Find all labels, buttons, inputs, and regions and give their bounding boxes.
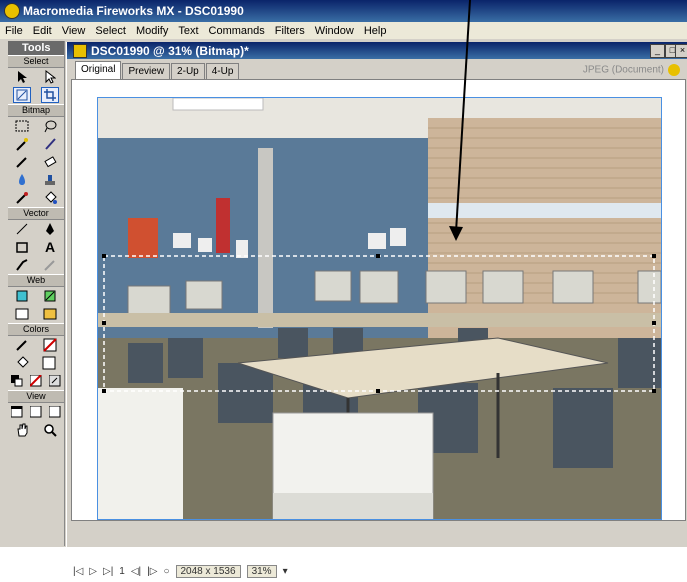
status-bar: |◁ ▷ ▷| 1 ◁| |▷ ○ 2048 x 1536 31% ▾ [67, 560, 687, 582]
tab-2up[interactable]: 2-Up [171, 63, 205, 79]
freeform-icon[interactable] [41, 257, 59, 273]
marquee-icon[interactable] [13, 118, 31, 134]
stroke-color-icon[interactable] [13, 337, 31, 353]
brush-icon[interactable] [41, 136, 59, 152]
minimize-button[interactable]: _ [650, 44, 665, 58]
default-colors-icon[interactable] [8, 373, 26, 389]
slice-icon[interactable] [41, 288, 59, 304]
fill-swatch-icon[interactable] [41, 355, 59, 371]
app-title-bar: Macromedia Fireworks MX - DSC01990 [0, 0, 687, 22]
format-label: JPEG (Document) [582, 64, 664, 76]
menu-commands[interactable]: Commands [204, 25, 270, 37]
menu-help[interactable]: Help [359, 25, 392, 37]
menu-edit[interactable]: Edit [28, 25, 57, 37]
pen-icon[interactable] [41, 221, 59, 237]
pencil-icon[interactable] [13, 154, 31, 170]
scale-icon[interactable] [13, 87, 31, 103]
subselect-icon[interactable] [41, 69, 59, 85]
eyedropper-icon[interactable] [13, 190, 31, 206]
frame-number: 1 [119, 565, 125, 577]
prev-frame-icon[interactable]: ◁| [131, 566, 141, 577]
app-title: Macromedia Fireworks MX - DSC01990 [23, 4, 244, 18]
play-icon[interactable]: ▷ [89, 566, 97, 577]
menu-window[interactable]: Window [310, 25, 359, 37]
blur-icon[interactable] [13, 172, 31, 188]
tools-panel: Tools Select Bitmap Vector A Web Colors … [8, 41, 65, 546]
no-color-icon[interactable] [27, 373, 45, 389]
section-bitmap: Bitmap [8, 104, 64, 117]
rubber-stamp-icon[interactable] [41, 172, 59, 188]
crop-icon[interactable] [41, 87, 59, 103]
hotspot-icon[interactable] [13, 288, 31, 304]
menu-select[interactable]: Select [90, 25, 131, 37]
close-button[interactable]: × [675, 44, 687, 58]
tab-preview[interactable]: Preview [122, 63, 171, 79]
fill-color-icon[interactable] [13, 355, 31, 371]
tools-panel-title[interactable]: Tools [8, 41, 64, 55]
zoom-level[interactable]: 31% [246, 564, 277, 578]
next-frame-icon[interactable]: |▷ [147, 566, 157, 577]
fill-none-icon[interactable] [41, 337, 59, 353]
show-slices-icon[interactable] [41, 306, 59, 322]
tab-4up[interactable]: 4-Up [205, 63, 240, 79]
section-select: Select [8, 55, 64, 68]
paint-bucket-icon[interactable] [41, 190, 59, 206]
rectangle-icon[interactable] [13, 239, 31, 255]
document-title: DSC01990 @ 31% (Bitmap)* [91, 43, 249, 58]
knife-icon[interactable] [13, 257, 31, 273]
format-indicator: JPEG (Document) [583, 64, 680, 76]
first-frame-icon[interactable]: |◁ [73, 566, 83, 577]
line-icon[interactable] [13, 221, 31, 237]
bitmap-image[interactable] [97, 97, 662, 520]
eraser-icon[interactable] [41, 154, 59, 170]
full-screen-menus-icon[interactable] [27, 404, 45, 420]
section-vector: Vector [8, 207, 64, 220]
fireworks-badge-icon [668, 64, 680, 76]
zoom-dropdown-icon[interactable]: ▾ [283, 566, 288, 577]
swap-colors-icon[interactable] [46, 373, 64, 389]
menu-file[interactable]: File [0, 25, 28, 37]
canvas-size[interactable]: 2048 x 1536 [175, 564, 241, 578]
lasso-icon[interactable] [41, 118, 59, 134]
last-frame-icon[interactable]: ▷| [103, 566, 113, 577]
standard-screen-icon[interactable] [8, 404, 26, 420]
hand-icon[interactable] [13, 422, 31, 438]
menu-view[interactable]: View [57, 25, 91, 37]
menu-bar: File Edit View Select Modify Text Comman… [0, 22, 687, 39]
menu-modify[interactable]: Modify [131, 25, 173, 37]
zoom-icon[interactable] [41, 422, 59, 438]
hide-slices-icon[interactable] [13, 306, 31, 322]
section-colors: Colors [8, 323, 64, 336]
section-view: View [8, 390, 64, 403]
pointer-icon[interactable] [13, 69, 31, 85]
magic-wand-icon[interactable] [13, 136, 31, 152]
full-screen-icon[interactable] [46, 404, 64, 420]
loop-icon[interactable]: ○ [163, 566, 169, 577]
document-title-bar[interactable]: DSC01990 @ 31% (Bitmap)* [67, 42, 687, 59]
section-web: Web [8, 274, 64, 287]
text-icon[interactable]: A [41, 239, 59, 255]
tab-original[interactable]: Original [75, 61, 122, 79]
menu-text[interactable]: Text [173, 25, 203, 37]
menu-filters[interactable]: Filters [270, 25, 310, 37]
document-icon [73, 43, 87, 58]
fireworks-logo-icon [4, 3, 20, 19]
